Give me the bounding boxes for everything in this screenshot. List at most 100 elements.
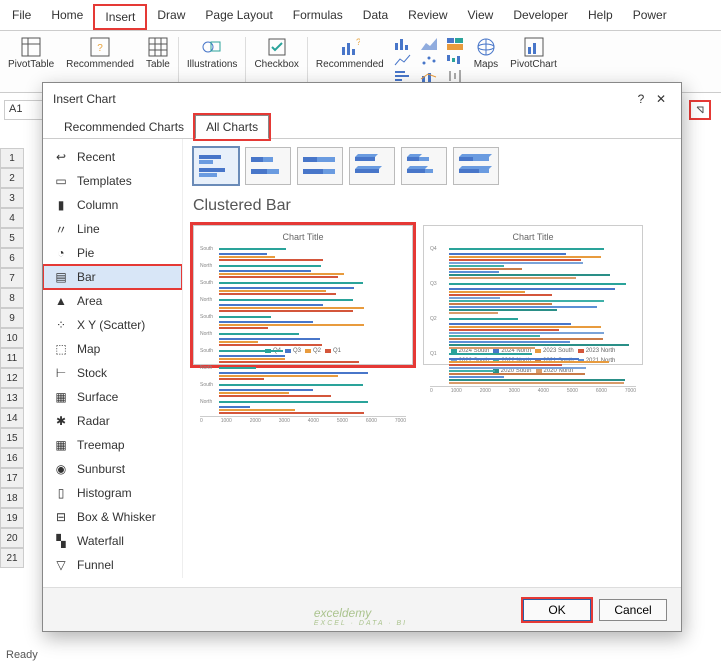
tab-home[interactable]: Home: [41, 4, 93, 30]
row-header[interactable]: 4: [0, 208, 24, 228]
row-header[interactable]: 15: [0, 428, 24, 448]
subtype-3d-clustered-bar[interactable]: [349, 147, 395, 185]
scatter-icon: ⁘: [53, 317, 69, 333]
row-header[interactable]: 18: [0, 488, 24, 508]
chart-type-radar[interactable]: ✱Radar: [43, 409, 182, 433]
row-header[interactable]: 9: [0, 308, 24, 328]
chart-type-label: Stock: [77, 366, 107, 380]
tab-data[interactable]: Data: [353, 4, 398, 30]
tab-view[interactable]: View: [458, 4, 504, 30]
tab-help[interactable]: Help: [578, 4, 623, 30]
tab-power[interactable]: Power: [623, 4, 677, 30]
row-header[interactable]: 3: [0, 188, 24, 208]
chart-type-boxwhisker[interactable]: ⊟Box & Whisker: [43, 505, 182, 529]
preview-1-title: Chart Title: [200, 232, 406, 242]
chart-type-combo[interactable]: ⊻Combo: [43, 577, 182, 578]
tab-draw[interactable]: Draw: [147, 4, 195, 30]
row-header[interactable]: 6: [0, 248, 24, 268]
charts-dialog-launcher[interactable]: [689, 100, 711, 120]
chart-type-bar[interactable]: ▤Bar: [43, 265, 182, 289]
surface-icon: ▦: [53, 389, 69, 405]
help-button[interactable]: ?: [631, 89, 651, 109]
chart-type-pie[interactable]: ◔ Pie: [43, 241, 182, 265]
row-header[interactable]: 21: [0, 548, 24, 568]
chart-type-label: Column: [77, 198, 118, 212]
chart-type-column[interactable]: ▮ Column: [43, 193, 182, 217]
map-icon: ⬚: [53, 341, 69, 357]
cancel-button[interactable]: Cancel: [599, 599, 667, 621]
sunburst-icon: ◉: [53, 461, 69, 477]
chart-type-line[interactable]: 〃Line: [43, 217, 182, 241]
illustrations-label: Illustrations: [187, 59, 238, 70]
tab-formulas[interactable]: Formulas: [283, 4, 353, 30]
chart-type-area[interactable]: ▲Area: [43, 289, 182, 313]
ok-button[interactable]: OK: [523, 599, 591, 621]
column-icon: ▮: [53, 197, 69, 213]
row-header[interactable]: 12: [0, 368, 24, 388]
row-header[interactable]: 10: [0, 328, 24, 348]
recommended-pivot-label: Recommended: [66, 59, 134, 70]
row-header[interactable]: 14: [0, 408, 24, 428]
tab-page-layout[interactable]: Page Layout: [195, 4, 282, 30]
row-header[interactable]: 19: [0, 508, 24, 528]
waterfall-chart-icon: [446, 53, 464, 67]
tab-developer[interactable]: Developer: [503, 4, 578, 30]
chart-type-label: Recent: [77, 150, 115, 164]
bar-icon: ▤: [53, 269, 69, 285]
scatter-chart-icon: [420, 53, 438, 67]
preview-1[interactable]: Chart Title SouthNorthSouthNorthSouthNor…: [193, 225, 413, 365]
pivotchart-icon: [524, 37, 544, 57]
templates-icon: ▭: [53, 173, 69, 189]
subtype-100-stacked-bar[interactable]: [297, 147, 343, 185]
chart-type-sunburst[interactable]: ◉ Sunburst: [43, 457, 182, 481]
chart-type-waterfall[interactable]: ▚Waterfall: [43, 529, 182, 553]
row-header[interactable]: 17: [0, 468, 24, 488]
row-header[interactable]: 13: [0, 388, 24, 408]
preview-2[interactable]: Chart Title Q4Q3Q2Q101000200030004000500…: [423, 225, 643, 365]
recommended-charts-icon: ?: [340, 37, 360, 57]
bar-chart-icon: [394, 69, 412, 83]
row-header[interactable]: 16: [0, 448, 24, 468]
row-header[interactable]: 8: [0, 288, 24, 308]
tab-all-charts[interactable]: All Charts: [195, 115, 269, 139]
waterfall-icon: ▚: [53, 533, 69, 549]
tab-file[interactable]: File: [2, 4, 41, 30]
funnel-icon: ▽: [53, 557, 69, 573]
chart-type-templates[interactable]: ▭Templates: [43, 169, 182, 193]
chart-type-stock[interactable]: ⊢Stock: [43, 361, 182, 385]
subtype-3d-100-stacked-bar[interactable]: [453, 147, 499, 185]
row-header[interactable]: 11: [0, 348, 24, 368]
chart-type-scatter[interactable]: ⁘X Y (Scatter): [43, 313, 182, 337]
tab-review[interactable]: Review: [398, 4, 457, 30]
subtype-clustered-bar[interactable]: [193, 147, 239, 185]
row-header[interactable]: 5: [0, 228, 24, 248]
illustrations-icon: [202, 37, 222, 57]
line-chart-icon: [394, 53, 412, 67]
pivottable-icon: [21, 37, 41, 57]
chart-type-map[interactable]: ⬚Map: [43, 337, 182, 361]
chart-type-label: Box & Whisker: [77, 510, 156, 524]
name-box[interactable]: A1: [4, 100, 44, 120]
subtype-3d-stacked-bar[interactable]: [401, 147, 447, 185]
subtype-stacked-bar[interactable]: [245, 147, 291, 185]
combo-chart-icon: [420, 69, 438, 83]
row-header[interactable]: 1: [0, 148, 24, 168]
chart-type-label: Sunburst: [77, 462, 125, 476]
chart-type-funnel[interactable]: ▽Funnel: [43, 553, 182, 577]
pie-icon: ◔: [53, 245, 69, 261]
histogram-icon: ▯: [53, 485, 69, 501]
close-button[interactable]: ✕: [651, 89, 671, 109]
chart-type-label: Pie: [77, 246, 94, 260]
chart-type-recent[interactable]: ↩Recent: [43, 145, 182, 169]
row-header[interactable]: 2: [0, 168, 24, 188]
row-header[interactable]: 20: [0, 528, 24, 548]
row-header[interactable]: 7: [0, 268, 24, 288]
svg-text:?: ?: [97, 43, 103, 54]
preview-2-title: Chart Title: [430, 232, 636, 242]
tab-recommended-charts[interactable]: Recommended Charts: [53, 115, 195, 139]
dialog-title: Insert Chart: [53, 92, 116, 106]
chart-type-histogram[interactable]: ▯Histogram: [43, 481, 182, 505]
tab-insert[interactable]: Insert: [93, 4, 147, 30]
chart-type-surface[interactable]: ▦Surface: [43, 385, 182, 409]
chart-type-treemap[interactable]: ▦Treemap: [43, 433, 182, 457]
